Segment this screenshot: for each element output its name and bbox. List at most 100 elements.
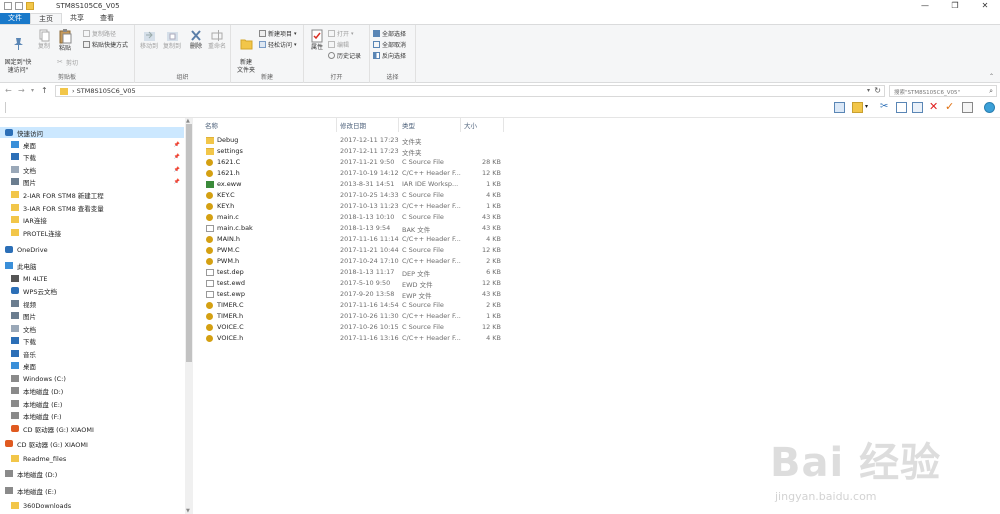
nav-item[interactable]: OneDrive <box>0 244 184 255</box>
file-row[interactable]: TIMER.h 2017-10-26 11:30 C/C++ Header F...… <box>203 311 503 322</box>
file-row[interactable]: MAIN.h 2017-11-16 11:14 C/C++ Header F... 4… <box>203 234 503 245</box>
search-icon[interactable]: ⌕ <box>989 87 993 96</box>
file-row[interactable]: VOICE.C 2017-10-26 10:15 C Source File 12 K… <box>203 322 503 333</box>
open-button[interactable]: 打开 ▾ <box>328 29 354 38</box>
nav-item[interactable]: 本地磁盘 (E:) <box>0 485 184 496</box>
nav-scrollbar-thumb[interactable] <box>186 124 192 362</box>
minimize-button[interactable]: — <box>910 0 940 13</box>
nav-item[interactable]: 2-IAR FOR STM8 新建工程 <box>0 189 184 200</box>
pin-icon[interactable]: 📌 <box>174 167 180 173</box>
nav-item[interactable]: 本地磁盘 (E:) <box>0 398 184 409</box>
column-header-date[interactable]: 修改日期 <box>340 120 366 131</box>
back-button[interactable]: ← <box>5 86 12 95</box>
nav-item[interactable]: 图片 <box>0 310 184 321</box>
nav-item[interactable]: CD 驱动器 (G:) XIAOMI <box>0 423 184 434</box>
preview-pane-icon[interactable] <box>834 102 845 113</box>
pin-icon[interactable]: 📌 <box>174 179 180 185</box>
delete-icon[interactable]: ✕ <box>929 101 940 113</box>
delete-button[interactable]: 删除 <box>188 29 204 51</box>
folder-quick-icon[interactable] <box>26 2 34 10</box>
nav-item[interactable]: 360Downloads <box>0 500 184 511</box>
paste-icon[interactable] <box>912 102 923 113</box>
check-quick-icon[interactable] <box>15 2 23 10</box>
pin-icon[interactable]: 📌 <box>174 142 180 148</box>
globe-icon[interactable] <box>984 102 995 113</box>
nav-item[interactable]: 文档 <box>0 323 184 334</box>
collapse-ribbon-icon[interactable]: ⌃ <box>989 73 994 80</box>
column-divider[interactable] <box>503 118 504 132</box>
nav-item[interactable]: 3-IAR FOR STM8 查看变量 <box>0 202 184 213</box>
nav-item[interactable]: 本地磁盘 (D:) <box>0 468 184 479</box>
nav-item[interactable]: 图片 📌 <box>0 176 184 187</box>
file-row[interactable]: VOICE.h 2017-11-16 13:16 C/C++ Header F...… <box>203 333 503 344</box>
checkmark-icon[interactable]: ✓ <box>945 101 956 113</box>
file-row[interactable]: ex.eww 2013-8-31 14:51 IAR IDE Worksp... 1 … <box>203 179 503 190</box>
nav-item[interactable]: Readme_files <box>0 453 184 464</box>
edit-button[interactable]: 编辑 <box>328 40 349 49</box>
properties-quick-icon[interactable] <box>4 2 12 10</box>
nav-item[interactable]: 本地磁盘 (D:) <box>0 385 184 396</box>
easy-access-button[interactable]: 轻松访问 ▾ <box>259 40 297 49</box>
file-row[interactable]: main.c.bak 2018-1-13 9:54 BAK 文件 43 KB <box>203 223 503 234</box>
nav-scrollbar[interactable]: ▲ ▼ <box>185 118 193 514</box>
nav-item[interactable]: Windows (C:) <box>0 373 184 384</box>
file-row[interactable]: KEY.C 2017-10-25 14:33 C Source File 4 KB <box>203 190 503 201</box>
nav-item[interactable]: 桌面 <box>0 360 184 371</box>
select-none-button[interactable]: 全部取消 <box>373 40 406 49</box>
address-box[interactable]: › STM8S105C6_V05 ▾ ↻ <box>55 85 885 97</box>
view-options-icon[interactable] <box>852 102 863 113</box>
file-row[interactable]: main.c 2018-1-13 10:10 C Source File 43 KB <box>203 212 503 223</box>
file-row[interactable]: test.ewp 2017-9-20 13:58 EWP 文件 43 KB <box>203 289 503 300</box>
nav-item[interactable]: WPS云文档 <box>0 285 184 296</box>
forward-button[interactable]: → <box>18 86 25 95</box>
address-dropdown-icon[interactable]: ▾ <box>867 87 870 94</box>
invert-selection-button[interactable]: 反向选择 <box>373 51 406 60</box>
column-header-size[interactable]: 大小 <box>464 120 477 131</box>
column-header-name[interactable]: 名称 <box>205 120 218 131</box>
file-row[interactable]: TIMER.C 2017-11-16 14:54 C Source File 2 KB <box>203 300 503 311</box>
new-item-button[interactable]: 新建项目 ▾ <box>259 29 297 38</box>
copy-path-button[interactable]: 复制路径 <box>83 29 116 38</box>
properties-icon[interactable] <box>962 102 973 113</box>
nav-item[interactable]: 此电脑 <box>0 260 184 271</box>
nav-item[interactable]: IAR连接 <box>0 214 184 225</box>
copy-to-button[interactable]: 复制到 <box>161 29 183 51</box>
tab-share[interactable]: 共享 <box>62 13 92 24</box>
cut-icon[interactable]: ✂ <box>880 102 891 113</box>
up-button[interactable]: ↑ <box>41 86 48 95</box>
copy-button[interactable]: 复制 <box>35 29 53 51</box>
nav-item[interactable]: 快速访问 <box>0 127 184 138</box>
pin-button[interactable]: 固定到"快 速访问" <box>3 29 33 75</box>
nav-item[interactable]: MI 4LTE <box>0 273 184 284</box>
nav-item[interactable]: 下载 <box>0 335 184 346</box>
column-divider[interactable] <box>336 118 337 132</box>
file-row[interactable]: PWM.C 2017-11-21 10:44 C Source File 12 KB <box>203 245 503 256</box>
close-button[interactable]: ✕ <box>970 0 1000 13</box>
recent-dropdown-icon[interactable]: ▾ <box>31 87 34 94</box>
file-row[interactable]: Debug 2017-12-11 17:23 文件夹 <box>203 135 503 146</box>
nav-item[interactable]: 本地磁盘 (F:) <box>0 410 184 421</box>
nav-item[interactable]: 文档 📌 <box>0 164 184 175</box>
nav-item[interactable]: 桌面 📌 <box>0 139 184 150</box>
file-row[interactable]: 1621.h 2017-10-19 14:12 C/C++ Header F... 1… <box>203 168 503 179</box>
tab-file[interactable]: 文件 <box>0 13 30 24</box>
file-row[interactable]: test.dep 2018-1-13 11:17 DEP 文件 6 KB <box>203 267 503 278</box>
file-row[interactable]: test.ewd 2017-5-10 9:50 EWD 文件 12 KB <box>203 278 503 289</box>
paste-shortcut-button[interactable]: 粘贴快捷方式 <box>83 40 128 49</box>
column-divider[interactable] <box>398 118 399 132</box>
paste-button[interactable]: 粘贴 <box>56 29 74 53</box>
nav-item[interactable]: 下载 📌 <box>0 151 184 162</box>
new-folder-button[interactable]: 新建 文件夹 <box>234 29 258 75</box>
copy-icon[interactable] <box>896 102 907 113</box>
view-dropdown-icon[interactable]: ▾ <box>865 103 868 110</box>
column-header-type[interactable]: 类型 <box>402 120 415 131</box>
file-row[interactable]: settings 2017-12-11 17:23 文件夹 <box>203 146 503 157</box>
tab-home[interactable]: 主页 <box>30 13 62 24</box>
rename-button[interactable]: 重命名 <box>206 29 228 51</box>
nav-item[interactable]: 音乐 <box>0 348 184 359</box>
column-divider[interactable] <box>460 118 461 132</box>
properties-button[interactable]: 属性 <box>307 29 327 52</box>
pin-icon[interactable]: 📌 <box>174 154 180 160</box>
maximize-button[interactable]: ❐ <box>940 0 970 13</box>
history-button[interactable]: 历史记录 <box>328 51 361 60</box>
